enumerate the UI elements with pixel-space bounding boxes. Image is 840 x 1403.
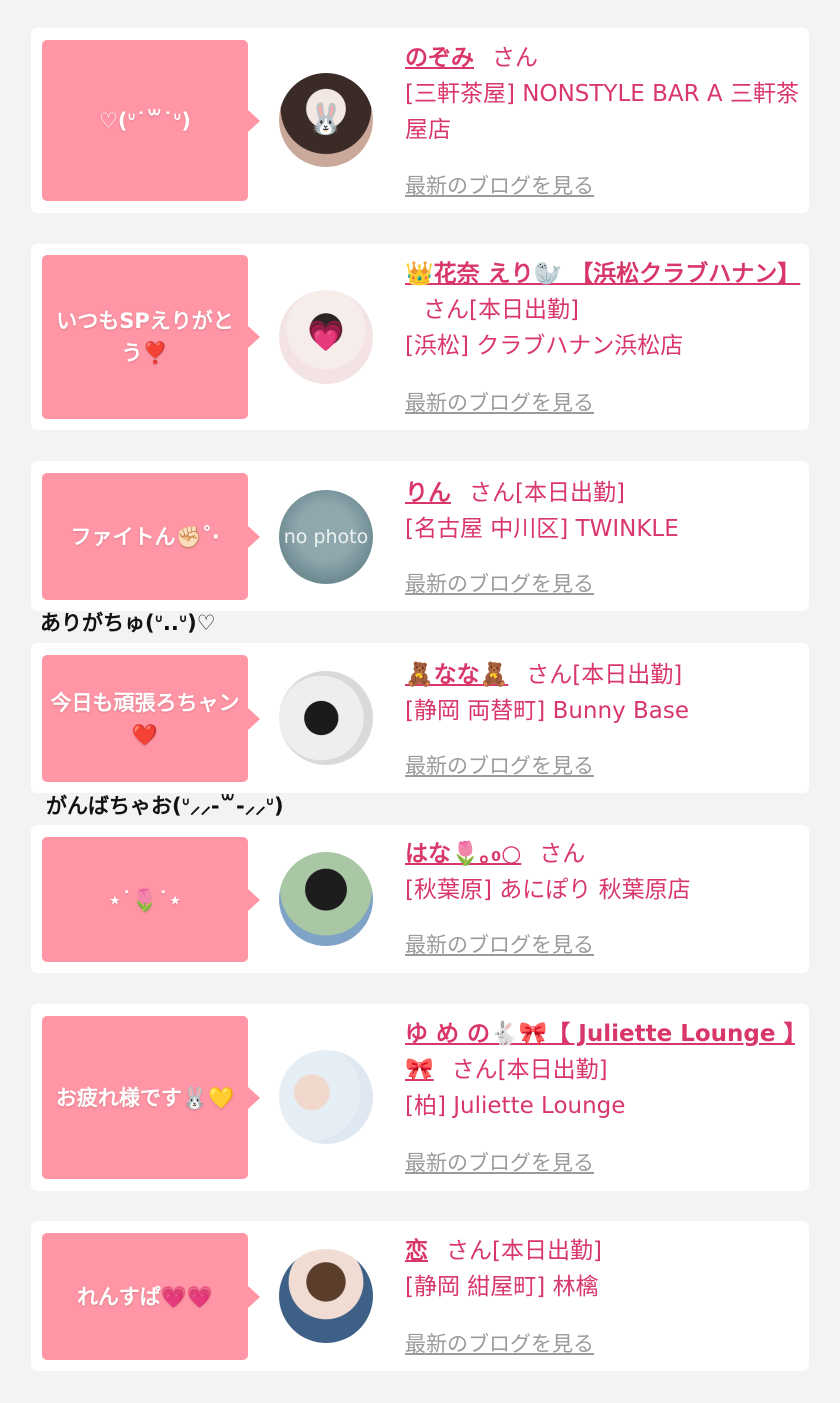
honorific: さん bbox=[469, 480, 515, 506]
message-card: ♡(ᐡ˙꒳˙ᐡ) 🐰 のぞみ さん [三軒茶屋] NONSTYLE BAR A 三… bbox=[31, 28, 809, 213]
honorific: さん bbox=[451, 1057, 498, 1083]
avatar-sticker: 💗 bbox=[307, 319, 345, 354]
shop-name[interactable]: [浜松] クラブハナン浜松店 bbox=[405, 328, 799, 364]
message-bubble: ⋆˙🌷˙⋆ bbox=[42, 837, 260, 962]
message-bubble: いつもSPえりがとう❣️ bbox=[42, 255, 260, 419]
cast-name-link[interactable]: 恋 bbox=[405, 1238, 428, 1264]
message-card: れんすぱ💗💗 恋さん[本日出勤] [静岡 紺屋町] 林檎 最新のブログを見る bbox=[31, 1221, 809, 1371]
shop-name[interactable]: [三軒茶屋] NONSTYLE BAR A 三軒茶屋店 bbox=[405, 76, 799, 148]
overlay-text: ありがちゅ(ᐡ..ᐡ)♡ bbox=[40, 611, 216, 635]
latest-blog-link[interactable]: 最新のブログを見る bbox=[405, 750, 594, 780]
avatar[interactable]: no photo bbox=[279, 490, 373, 584]
honorific: さん bbox=[446, 1238, 492, 1264]
cast-info: 恋さん[本日出勤] [静岡 紺屋町] 林檎 bbox=[405, 1233, 799, 1305]
honorific: さん bbox=[526, 662, 573, 688]
avatar[interactable] bbox=[279, 1050, 373, 1144]
cast-name-link[interactable]: はな🌷｡₀○ bbox=[405, 841, 521, 867]
cast-name-link[interactable]: のぞみ bbox=[405, 45, 474, 71]
message-bubble: ♡(ᐡ˙꒳˙ᐡ) bbox=[42, 40, 260, 201]
message-card: 今日も頑張ろちャン❤️ 🧸なな🧸 さん[本日出勤] [静岡 両替町] Bunny … bbox=[31, 643, 809, 793]
avatar[interactable]: 🐰 bbox=[279, 73, 373, 167]
overlay-text: がんばちゃお(ᐡ⸝⸝-꒳-⸝⸝ᐡ) bbox=[46, 794, 284, 818]
shop-name[interactable]: [名古屋 中川区] TWINKLE bbox=[405, 511, 799, 547]
latest-blog-link[interactable]: 最新のブログを見る bbox=[405, 568, 594, 598]
cast-name-link[interactable]: 🧸なな🧸 bbox=[405, 662, 508, 688]
status-text: [本日出勤] bbox=[497, 1057, 608, 1083]
cast-info: りん さん[本日出勤] [名古屋 中川区] TWINKLE bbox=[405, 475, 799, 547]
shop-name[interactable]: [秋葉原] あにぽり 秋葉原店 bbox=[405, 872, 799, 908]
latest-blog-link[interactable]: 最新のブログを見る bbox=[405, 1147, 594, 1177]
shop-name[interactable]: [静岡 両替町] Bunny Base bbox=[405, 693, 799, 729]
shop-name[interactable]: [静岡 紺屋町] 林檎 bbox=[405, 1269, 799, 1305]
name-line: 🧸なな🧸 さん[本日出勤] bbox=[405, 657, 799, 693]
cast-info: 🧸なな🧸 さん[本日出勤] [静岡 両替町] Bunny Base bbox=[405, 657, 799, 729]
honorific: さん bbox=[423, 297, 469, 323]
message-card: お疲れ様です🐰💛 ゆ め の🐇🎀【 Juliette Lounge 】🎀 さん[本… bbox=[31, 1004, 809, 1191]
status-text: [本日出勤] bbox=[515, 480, 625, 506]
cast-name-link[interactable]: りん bbox=[405, 480, 451, 506]
honorific: さん bbox=[492, 45, 538, 71]
status-text: [本日出勤] bbox=[469, 297, 579, 323]
cast-info: 👑花奈 えり🦭 【浜松クラブハナン】さん[本日出勤] [浜松] クラブハナン浜松… bbox=[405, 256, 800, 364]
cast-info: のぞみ さん [三軒茶屋] NONSTYLE BAR A 三軒茶屋店 bbox=[405, 40, 799, 148]
honorific: さん bbox=[539, 841, 586, 867]
message-card: いつもSPえりがとう❣️ 💗 👑花奈 えり🦭 【浜松クラブハナン】さん[本日出勤… bbox=[31, 244, 809, 430]
avatar[interactable] bbox=[279, 1249, 373, 1343]
cast-info: ゆ め の🐇🎀【 Juliette Lounge 】🎀 さん[本日出勤] [柏] … bbox=[405, 1016, 799, 1124]
name-line: はな🌷｡₀○ さん bbox=[405, 836, 799, 872]
avatar[interactable]: 💗 bbox=[279, 290, 373, 384]
cast-info: はな🌷｡₀○ さん [秋葉原] あにぽり 秋葉原店 bbox=[405, 836, 799, 908]
shop-name[interactable]: [柏] Juliette Lounge bbox=[405, 1088, 799, 1124]
name-line: りん さん[本日出勤] bbox=[405, 475, 799, 511]
avatar[interactable] bbox=[279, 852, 373, 946]
message-bubble: お疲れ様です🐰💛 bbox=[42, 1016, 260, 1179]
message-card: ファイトん✊🏻˚‧ no photo りん さん[本日出勤] [名古屋 中川区] … bbox=[31, 461, 809, 611]
message-bubble: 今日も頑張ろちャン❤️ bbox=[42, 655, 260, 782]
status-text: [本日出勤] bbox=[492, 1238, 602, 1264]
name-line: 恋さん[本日出勤] bbox=[405, 1233, 799, 1269]
message-bubble: ファイトん✊🏻˚‧ bbox=[42, 473, 260, 600]
latest-blog-link[interactable]: 最新のブログを見る bbox=[405, 170, 594, 200]
name-line: ゆ め の🐇🎀【 Juliette Lounge 】🎀 さん[本日出勤] bbox=[405, 1016, 799, 1088]
avatar[interactable] bbox=[279, 671, 373, 765]
cast-name-link[interactable]: 👑花奈 えり🦭 【浜松クラブハナン】 bbox=[405, 261, 800, 287]
message-card: ⋆˙🌷˙⋆ はな🌷｡₀○ さん [秋葉原] あにぽり 秋葉原店 最新のブログを見る bbox=[31, 825, 809, 973]
latest-blog-link[interactable]: 最新のブログを見る bbox=[405, 1328, 594, 1358]
name-line: のぞみ さん bbox=[405, 40, 799, 76]
latest-blog-link[interactable]: 最新のブログを見る bbox=[405, 387, 594, 417]
avatar-sticker: 🐰 bbox=[307, 102, 345, 137]
latest-blog-link[interactable]: 最新のブログを見る bbox=[405, 929, 594, 959]
message-bubble: れんすぱ💗💗 bbox=[42, 1233, 260, 1360]
name-line: 👑花奈 えり🦭 【浜松クラブハナン】さん[本日出勤] bbox=[405, 256, 800, 328]
no-photo-text: no photo bbox=[283, 526, 369, 548]
status-text: [本日出勤] bbox=[572, 662, 683, 688]
